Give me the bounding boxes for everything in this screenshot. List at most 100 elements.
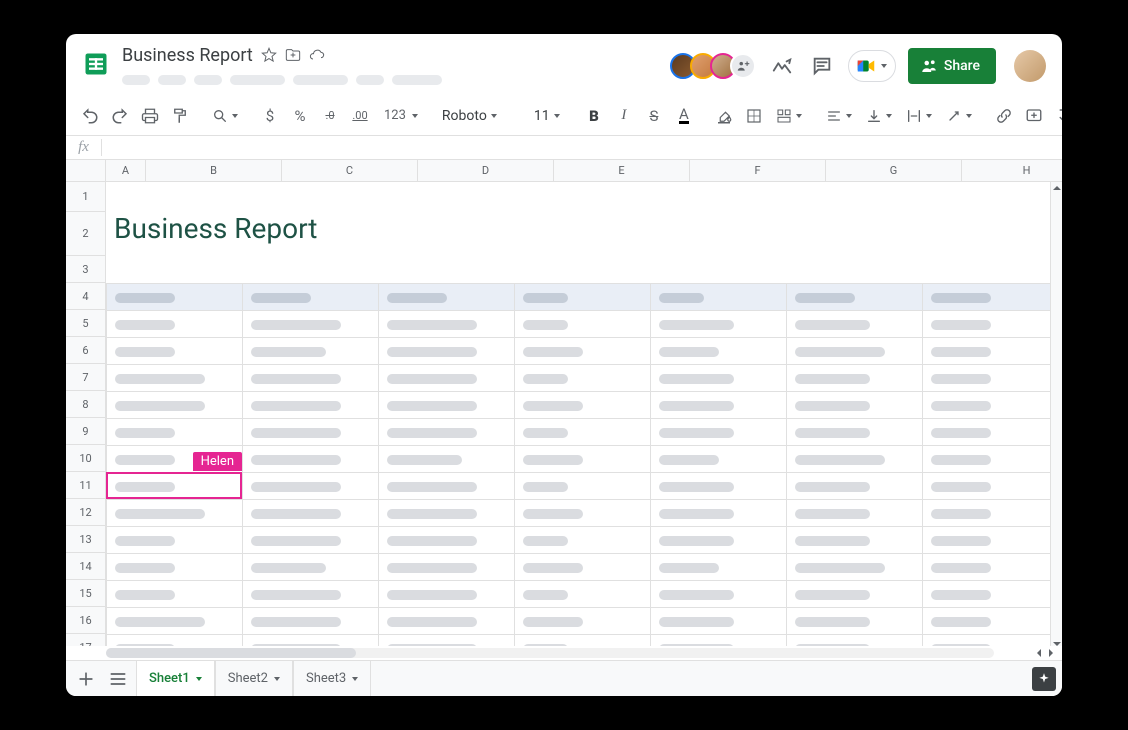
table-cell[interactable] (651, 446, 787, 473)
table-cell[interactable] (923, 446, 1053, 473)
column-header[interactable]: C (282, 160, 418, 181)
table-cell[interactable] (107, 419, 243, 446)
formula-input[interactable] (102, 136, 1062, 159)
table-cell[interactable] (379, 581, 515, 608)
table-cell[interactable] (787, 500, 923, 527)
table-cell[interactable] (651, 338, 787, 365)
table-cell[interactable] (379, 311, 515, 338)
format-dropdown[interactable]: 123 (376, 108, 424, 123)
table-cell[interactable] (923, 635, 1053, 647)
merge-dropdown[interactable] (770, 108, 808, 124)
column-header[interactable]: D (418, 160, 554, 181)
table-cell[interactable] (243, 527, 379, 554)
row-header[interactable]: 17 (66, 634, 105, 646)
table-cell[interactable] (379, 392, 515, 419)
insert-comment-button[interactable] (1020, 102, 1048, 130)
table-cell[interactable] (787, 365, 923, 392)
row-header[interactable]: 6 (66, 337, 105, 364)
table-cell[interactable] (515, 581, 651, 608)
document-title[interactable]: Business Report (122, 45, 253, 66)
table-cell[interactable] (107, 338, 243, 365)
table-cell[interactable] (243, 446, 379, 473)
table-cell[interactable] (651, 527, 787, 554)
table-cell[interactable] (107, 500, 243, 527)
fill-color-button[interactable] (710, 102, 738, 130)
zoom-dropdown[interactable] (206, 108, 244, 124)
sheet-tab[interactable]: Sheet1 (136, 661, 215, 697)
row-header[interactable]: 11 (66, 472, 105, 499)
table-cell[interactable] (787, 338, 923, 365)
table-cell[interactable] (243, 554, 379, 581)
account-avatar[interactable] (1014, 50, 1046, 82)
table-cell[interactable] (243, 635, 379, 647)
table-cell[interactable] (107, 392, 243, 419)
table-cell[interactable] (243, 473, 379, 500)
table-cell[interactable] (651, 554, 787, 581)
table-cell[interactable] (243, 392, 379, 419)
anonymous-collaborator-avatar[interactable] (730, 53, 756, 79)
table-cell[interactable] (923, 311, 1053, 338)
table-cell[interactable] (787, 473, 923, 500)
link-button[interactable] (990, 102, 1018, 130)
table-cell[interactable] (787, 527, 923, 554)
italic-button[interactable]: I (610, 102, 638, 130)
expand-toolbar-button[interactable] (1050, 102, 1062, 130)
column-header[interactable]: G (826, 160, 962, 181)
comments-icon[interactable] (808, 52, 836, 80)
paint-format-button[interactable] (166, 102, 194, 130)
table-cell[interactable] (651, 365, 787, 392)
vertical-scrollbar[interactable] (1050, 182, 1062, 646)
row-header[interactable]: 12 (66, 499, 105, 526)
borders-button[interactable] (740, 102, 768, 130)
menu-item[interactable] (158, 75, 186, 85)
rotate-dropdown[interactable] (940, 108, 978, 124)
table-cell[interactable] (787, 581, 923, 608)
table-cell[interactable] (243, 365, 379, 392)
table-cell[interactable] (923, 419, 1053, 446)
table-cell[interactable] (515, 635, 651, 647)
table-cell[interactable] (515, 554, 651, 581)
undo-button[interactable] (76, 102, 104, 130)
table-cell[interactable] (243, 581, 379, 608)
font-size-dropdown[interactable]: 11 (528, 108, 568, 124)
table-header-cell[interactable] (243, 284, 379, 311)
percent-button[interactable]: % (286, 102, 314, 130)
table-cell[interactable] (787, 608, 923, 635)
row-header[interactable]: 15 (66, 580, 105, 607)
table-cell[interactable] (515, 608, 651, 635)
cells-area[interactable]: Business Report Helen (106, 182, 1062, 646)
row-header[interactable]: 1 (66, 182, 105, 212)
table-cell[interactable] (923, 365, 1053, 392)
table-cell[interactable] (923, 527, 1053, 554)
menu-item[interactable] (293, 75, 348, 85)
table-cell[interactable] (651, 608, 787, 635)
add-sheet-button[interactable] (72, 665, 100, 693)
table-cell[interactable] (651, 419, 787, 446)
table-cell[interactable] (515, 392, 651, 419)
table-cell[interactable] (379, 365, 515, 392)
table-cell[interactable] (243, 338, 379, 365)
share-button[interactable]: Share (908, 48, 996, 84)
table-cell[interactable] (243, 419, 379, 446)
redo-button[interactable] (106, 102, 134, 130)
wrap-dropdown[interactable] (900, 108, 938, 124)
table-cell[interactable] (243, 608, 379, 635)
row-header[interactable]: 10 (66, 445, 105, 472)
table-header-cell[interactable] (923, 284, 1053, 311)
table-cell[interactable] (923, 554, 1053, 581)
table-cell[interactable] (515, 365, 651, 392)
table-cell[interactable] (651, 500, 787, 527)
text-color-button[interactable]: A (670, 102, 698, 130)
table-cell[interactable] (787, 419, 923, 446)
sheet-tab[interactable]: Sheet2 (215, 661, 293, 697)
table-cell[interactable] (379, 527, 515, 554)
table-header-cell[interactable] (651, 284, 787, 311)
row-header[interactable]: 5 (66, 310, 105, 337)
table-cell[interactable] (379, 473, 515, 500)
row-header[interactable]: 3 (66, 256, 105, 283)
decrease-decimal-button[interactable]: .0 (316, 102, 344, 130)
row-header[interactable]: 4 (66, 283, 105, 310)
table-cell[interactable] (243, 500, 379, 527)
table-header-cell[interactable] (515, 284, 651, 311)
row-header[interactable]: 8 (66, 391, 105, 418)
